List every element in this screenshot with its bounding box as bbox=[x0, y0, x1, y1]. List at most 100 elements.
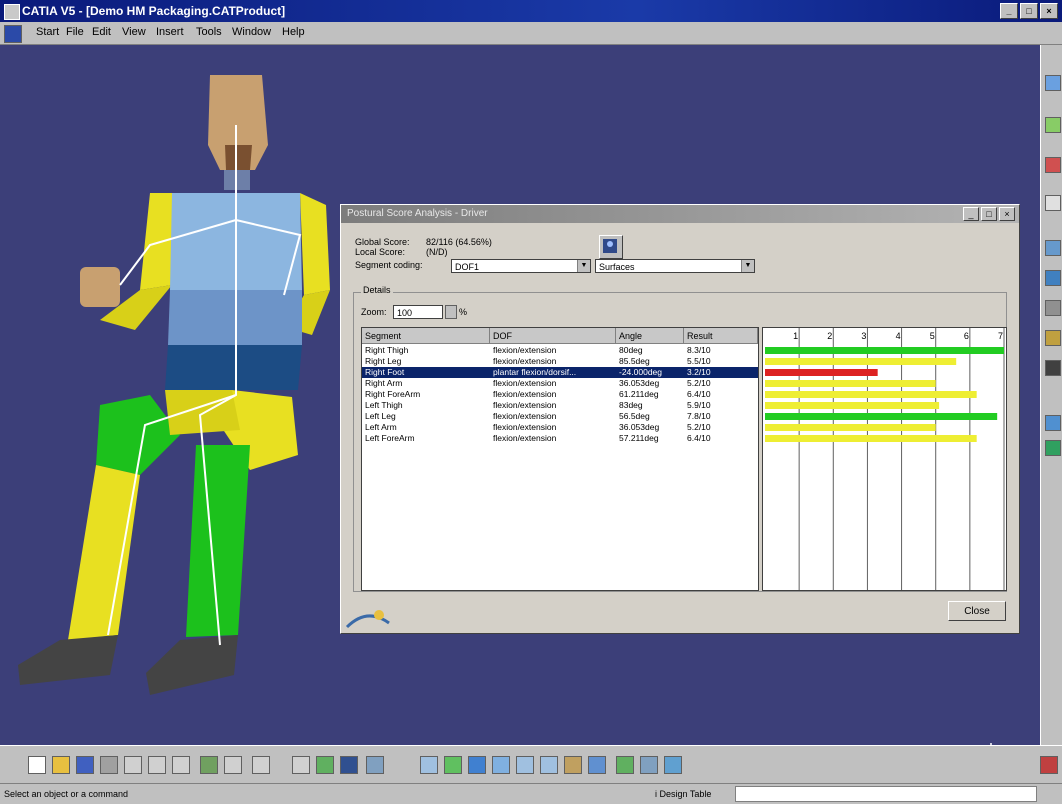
start-icon[interactable] bbox=[4, 25, 22, 43]
redo-icon[interactable] bbox=[224, 756, 242, 774]
column-header-angle[interactable]: Angle bbox=[616, 328, 684, 344]
details-label: Details bbox=[361, 285, 393, 295]
cell-angle: 57.211deg bbox=[619, 433, 659, 443]
score-bar bbox=[765, 391, 977, 398]
close-button[interactable]: Close bbox=[948, 601, 1006, 621]
cell-result: 5.2/10 bbox=[687, 378, 711, 388]
copy-icon[interactable] bbox=[148, 756, 166, 774]
table-row[interactable]: Right Foot plantar flexion/dorsif... -24.0… bbox=[362, 367, 758, 378]
menu-help[interactable]: Help bbox=[282, 26, 305, 38]
workbench-icon[interactable] bbox=[1045, 75, 1061, 91]
formula-icon[interactable] bbox=[292, 756, 310, 774]
posture-icon[interactable] bbox=[1045, 270, 1061, 286]
dialog-title: Postural Score Analysis - Driver bbox=[347, 208, 488, 219]
zoom-out-icon[interactable] bbox=[540, 756, 558, 774]
score-bar bbox=[765, 424, 936, 431]
display-mode-select[interactable]: Surfaces ▼ bbox=[595, 259, 755, 273]
print-icon[interactable] bbox=[100, 756, 118, 774]
zoom-spinner[interactable] bbox=[445, 305, 457, 319]
rotate-icon[interactable] bbox=[492, 756, 510, 774]
render-style-icon[interactable] bbox=[616, 756, 634, 774]
manikin-model[interactable] bbox=[0, 45, 340, 745]
reach-icon[interactable] bbox=[1045, 360, 1061, 376]
menu-edit[interactable]: Edit bbox=[92, 26, 111, 38]
catalog-icon[interactable] bbox=[340, 756, 358, 774]
menu-bar: Start File Edit View Insert Tools Window… bbox=[0, 22, 1062, 45]
undo-icon[interactable] bbox=[200, 756, 218, 774]
score-bar bbox=[765, 435, 977, 442]
right-toolbar bbox=[1040, 45, 1062, 745]
report-icon[interactable] bbox=[1045, 440, 1061, 456]
command-input[interactable] bbox=[735, 786, 1037, 802]
table-row[interactable]: Right ForeArm flexion/extension 61.211deg 6… bbox=[362, 389, 758, 400]
chevron-down-icon: ▼ bbox=[741, 260, 754, 272]
zoom-input[interactable]: 100 bbox=[393, 305, 443, 319]
manikin-select-button[interactable] bbox=[599, 235, 623, 259]
dialog-minimize-button[interactable]: _ bbox=[963, 207, 979, 221]
menu-insert[interactable]: Insert bbox=[156, 26, 184, 38]
dialog-maximize-button[interactable]: □ bbox=[981, 207, 997, 221]
maximize-button[interactable]: □ bbox=[1020, 3, 1038, 19]
fit-all-icon[interactable] bbox=[444, 756, 462, 774]
table-row[interactable]: Right Thigh flexion/extension 80deg 8.3/10 bbox=[362, 345, 758, 356]
cell-dof: flexion/extension bbox=[493, 345, 557, 355]
zoom-label: Zoom: bbox=[361, 307, 387, 317]
catia-app-icon[interactable] bbox=[4, 4, 20, 20]
link-icon[interactable] bbox=[366, 756, 384, 774]
segment-coding-label: Segment coding: bbox=[355, 260, 423, 270]
knowledge-icon[interactable] bbox=[316, 756, 334, 774]
cell-result: 8.3/10 bbox=[687, 345, 711, 355]
manikin-icon[interactable] bbox=[1045, 240, 1061, 256]
pan-icon[interactable] bbox=[468, 756, 486, 774]
table-row[interactable]: Right Leg flexion/extension 85.5deg 5.5/10 bbox=[362, 356, 758, 367]
menu-view[interactable]: View bbox=[122, 26, 146, 38]
chart-tick-label: 2 bbox=[827, 331, 832, 341]
hide-show-icon[interactable] bbox=[640, 756, 658, 774]
menu-tools[interactable]: Tools bbox=[196, 26, 222, 38]
normal-view-icon[interactable] bbox=[564, 756, 582, 774]
menu-window[interactable]: Window bbox=[232, 26, 271, 38]
chevron-down-icon: ▼ bbox=[577, 260, 590, 272]
menu-start[interactable]: Start bbox=[36, 26, 59, 38]
whats-this-icon[interactable] bbox=[252, 756, 270, 774]
cell-result: 5.9/10 bbox=[687, 400, 711, 410]
cell-dof: flexion/extension bbox=[493, 356, 557, 366]
measure-icon[interactable] bbox=[1045, 195, 1061, 211]
bottom-toolbar bbox=[0, 745, 1062, 784]
column-header-segment[interactable]: Segment bbox=[362, 328, 490, 344]
open-icon[interactable] bbox=[52, 756, 70, 774]
table-row[interactable]: Left ForeArm flexion/extension 57.211deg 6.… bbox=[362, 433, 758, 444]
menu-file[interactable]: File bbox=[66, 26, 84, 38]
column-header-result[interactable]: Result bbox=[684, 328, 758, 344]
table-row[interactable]: Left Leg flexion/extension 56.5deg 7.8/10 bbox=[362, 411, 758, 422]
swap-space-icon[interactable] bbox=[664, 756, 682, 774]
minimize-button[interactable]: _ bbox=[1000, 3, 1018, 19]
cell-segment: Left Arm bbox=[365, 422, 397, 432]
table-row[interactable]: Right Arm flexion/extension 36.053deg 5.2/1… bbox=[362, 378, 758, 389]
new-icon[interactable] bbox=[28, 756, 46, 774]
table-row[interactable]: Left Thigh flexion/extension 83deg 5.9/10 bbox=[362, 400, 758, 411]
views-icon[interactable] bbox=[588, 756, 606, 774]
analysis-icon[interactable] bbox=[1045, 300, 1061, 316]
score-icon[interactable] bbox=[1045, 415, 1061, 431]
display-mode-value: Surfaces bbox=[599, 262, 635, 272]
table-row[interactable]: Left Arm flexion/extension 36.053deg 5.2/10 bbox=[362, 422, 758, 433]
sketch-icon[interactable] bbox=[1045, 157, 1061, 173]
dialog-close-x-button[interactable]: × bbox=[999, 207, 1015, 221]
compass-corner-icon[interactable] bbox=[1040, 756, 1058, 774]
segment-coding-select[interactable]: DOF1 ▼ bbox=[451, 259, 591, 273]
close-window-button[interactable]: × bbox=[1040, 3, 1058, 19]
paste-icon[interactable] bbox=[172, 756, 190, 774]
chart-tick-label: 1 bbox=[793, 331, 798, 341]
title-bar: CATIA V5 - [Demo HM Packaging.CATProduct… bbox=[0, 0, 1062, 22]
cell-segment: Right Thigh bbox=[365, 345, 409, 355]
chart-tick-label: 4 bbox=[896, 331, 901, 341]
cut-icon[interactable] bbox=[124, 756, 142, 774]
fly-mode-icon[interactable] bbox=[420, 756, 438, 774]
zoom-in-icon[interactable] bbox=[516, 756, 534, 774]
column-header-dof[interactable]: DOF bbox=[490, 328, 616, 344]
save-icon[interactable] bbox=[76, 756, 94, 774]
vision-icon[interactable] bbox=[1045, 330, 1061, 346]
cell-segment: Right Foot bbox=[365, 367, 405, 377]
product-icon[interactable] bbox=[1045, 117, 1061, 133]
